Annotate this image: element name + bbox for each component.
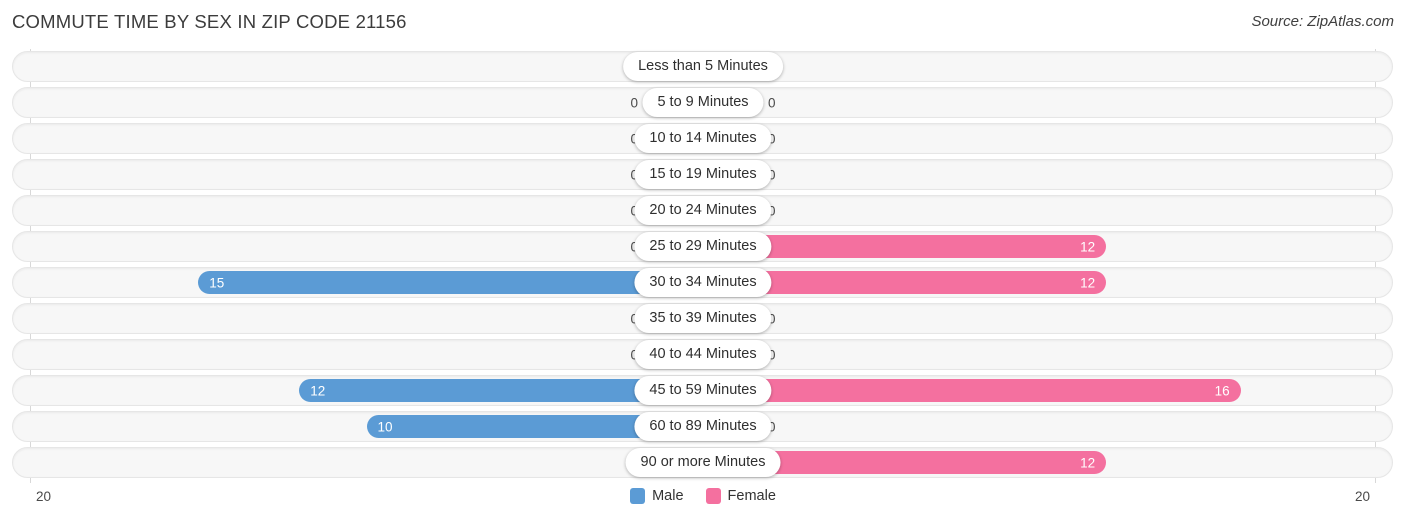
rows-container: 00Less than 5 Minutes005 to 9 Minutes001… xyxy=(0,49,1406,481)
legend-swatch-icon xyxy=(630,488,646,504)
bar-value-female: 12 xyxy=(1080,275,1096,290)
chart-row: 10 0 60 to 89 Minutes xyxy=(0,409,1406,445)
bar-value-male: 12 xyxy=(310,383,326,398)
bar-value-female: 0 xyxy=(768,419,776,435)
row-category-label: Less than 5 Minutes xyxy=(623,52,783,81)
bar-value-female: 16 xyxy=(1214,383,1230,398)
bar-value-female: 0 xyxy=(768,167,776,183)
chart-row: 01290 or more Minutes xyxy=(0,445,1406,481)
legend-item-male[interactable]: Male xyxy=(630,488,684,504)
chart-row: 0 040 to 44 Minutes xyxy=(0,337,1406,373)
source-attribution: Source: ZipAtlas.com xyxy=(1251,13,1394,30)
bar-value-female: 0 xyxy=(768,131,776,147)
bar-value-male: 0 xyxy=(588,132,638,147)
chart-row: 00Less than 5 Minutes xyxy=(0,49,1406,85)
row-category-label: 20 to 24 Minutes xyxy=(634,196,772,225)
bar-value-female: 0 xyxy=(768,95,776,111)
bar-value-female: 0 xyxy=(768,347,776,363)
row-category-label: 45 to 59 Minutes xyxy=(634,376,772,405)
row-category-label: 60 to 89 Minutes xyxy=(634,412,772,441)
chart-row: 0 05 to 9 Minutes xyxy=(0,85,1406,121)
bar-value-male: 0 xyxy=(630,95,638,111)
chart-row: 0 12 25 to 29 Minutes xyxy=(0,229,1406,265)
chart-header: COMMUTE TIME BY SEX IN ZIP CODE 21156 So… xyxy=(0,0,1406,46)
chart-row: 0 010 to 14 Minutes xyxy=(0,121,1406,157)
chart-row: 0 035 to 39 Minutes xyxy=(0,301,1406,337)
bar-value-male: 10 xyxy=(377,419,393,434)
chart-row: 0 020 to 24 Minutes xyxy=(0,193,1406,229)
bar-value-male: 0 xyxy=(588,348,638,363)
bar-value-male: 0 xyxy=(588,240,638,255)
row-category-label: 30 to 34 Minutes xyxy=(634,268,772,297)
bar-value-male: 0 xyxy=(588,312,638,327)
plot-area: 00Less than 5 Minutes005 to 9 Minutes001… xyxy=(0,49,1406,483)
page-title: COMMUTE TIME BY SEX IN ZIP CODE 21156 xyxy=(12,11,407,32)
row-category-label: 40 to 44 Minutes xyxy=(634,340,772,369)
chart-footer: 20 20 Male Female xyxy=(0,483,1406,523)
legend-item-female[interactable]: Female xyxy=(705,488,776,504)
chart-row: 0 015 to 19 Minutes xyxy=(0,157,1406,193)
bar-value-male: 0 xyxy=(588,204,638,219)
row-category-label: 35 to 39 Minutes xyxy=(634,304,772,333)
bar-female[interactable]: 16 xyxy=(703,379,1241,402)
bar-value-female: 0 xyxy=(768,311,776,327)
bar-value-female: 0 xyxy=(768,203,776,219)
bar-value-male: 0 xyxy=(588,168,638,183)
row-category-label: 10 to 14 Minutes xyxy=(634,124,772,153)
bar-male[interactable]: 15 xyxy=(198,271,703,294)
chart-root: COMMUTE TIME BY SEX IN ZIP CODE 21156 So… xyxy=(0,0,1406,523)
chart-row: 15 12 30 to 34 Minutes xyxy=(0,265,1406,301)
row-category-label: 5 to 9 Minutes xyxy=(642,88,764,117)
chart-legend: Male Female xyxy=(0,488,1406,504)
bar-value-male: 15 xyxy=(209,275,225,290)
bar-value-female: 12 xyxy=(1080,455,1096,470)
row-category-label: 25 to 29 Minutes xyxy=(634,232,772,261)
legend-label: Female xyxy=(727,488,776,504)
legend-label: Male xyxy=(652,488,684,504)
row-category-label: 15 to 19 Minutes xyxy=(634,160,772,189)
row-category-label: 90 or more Minutes xyxy=(625,448,781,477)
bar-value-female: 12 xyxy=(1080,239,1096,254)
legend-swatch-icon xyxy=(705,488,721,504)
chart-row: 12 16 45 to 59 Minutes xyxy=(0,373,1406,409)
